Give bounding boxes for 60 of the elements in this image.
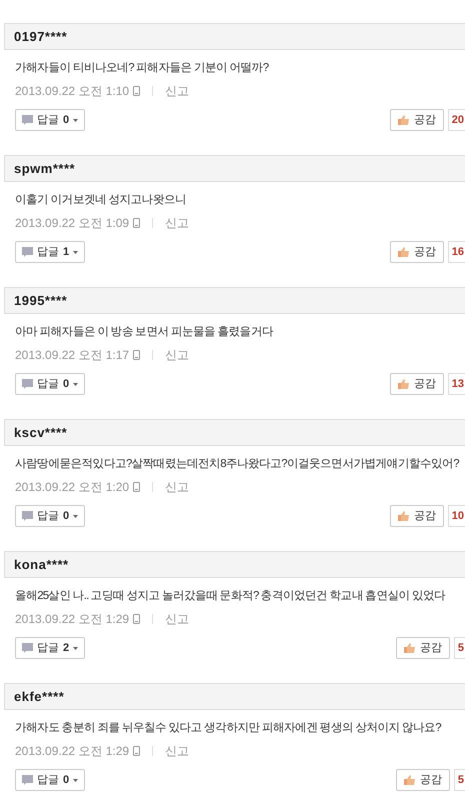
caret-icon — [73, 514, 78, 518]
comment-text: 가해자도 충분히 죄를 뉘우칠수 있다고 생각하지만 피해자에겐 평생의 상처이지 않나요? — [15, 721, 442, 736]
thumbs-up-icon — [404, 643, 415, 653]
reply-button[interactable]: 답글 0 — [15, 505, 86, 527]
timestamp: 2013.09.22 오전 1:29 — [15, 611, 130, 628]
reply-button[interactable]: 답글 1 — [15, 241, 86, 263]
comment-text: 올해25살인 나.. 고딩때 성지고 놀러갔을때 문화적? 충격이었던건 학교내 흡연실이 있었다 — [15, 589, 446, 604]
timestamp: 2013.09.22 오전 1:29 — [15, 743, 130, 760]
username: 0197**** — [14, 28, 68, 46]
comment-text: 사람땅에묻은적있다고?살짝때렸는데전치8주나왔다고?이걸웃으면서가볍게얘기할수있어? — [15, 457, 460, 472]
caret-icon — [73, 778, 78, 782]
reply-button[interactable]: 답글 2 — [15, 637, 86, 659]
comment-icon — [22, 115, 33, 125]
username: kona**** — [14, 556, 69, 574]
like-count: 13 — [448, 373, 465, 395]
comment-text: 가해자들이 티비나오네? 피해자들은 기분이 어떨까? — [15, 61, 270, 76]
caret-icon — [73, 382, 78, 386]
like-button[interactable]: 공감 — [390, 505, 444, 527]
timestamp: 2013.09.22 오전 1:09 — [15, 215, 130, 232]
comment-icon — [22, 511, 33, 521]
reply-button[interactable]: 답글 0 — [15, 769, 86, 791]
comment-icon — [22, 775, 33, 785]
comment-text: 이홀기 이거보겟네 성지고나왓으니 — [15, 193, 188, 208]
like-button[interactable]: 공감 — [396, 769, 450, 791]
like-button[interactable]: 공감 — [390, 373, 444, 395]
phone-icon — [133, 350, 140, 360]
phone-icon — [133, 218, 140, 228]
caret-icon — [73, 118, 78, 122]
like-button[interactable]: 공감 — [390, 109, 444, 131]
like-count: 20 — [448, 109, 465, 131]
phone-icon — [133, 614, 140, 624]
username: ekfe**** — [14, 688, 64, 706]
timestamp: 2013.09.22 오전 1:20 — [15, 479, 130, 496]
like-count: 5 — [454, 637, 465, 659]
thumbs-up-icon — [398, 511, 409, 521]
reply-button[interactable]: 답글 0 — [15, 109, 86, 131]
like-button[interactable]: 공감 — [396, 637, 450, 659]
reply-button[interactable]: 답글 0 — [15, 373, 86, 395]
comment-icon — [22, 379, 33, 389]
thumbs-up-icon — [398, 379, 409, 389]
username: 1995**** — [14, 292, 68, 310]
caret-icon — [73, 646, 78, 650]
thumbs-up-icon — [398, 115, 409, 125]
like-count: 5 — [454, 769, 465, 791]
phone-icon — [133, 746, 140, 756]
username: spwm**** — [14, 160, 76, 178]
phone-icon — [133, 86, 140, 96]
phone-icon — [133, 482, 140, 492]
like-button[interactable]: 공감 — [390, 241, 444, 263]
like-count: 16 — [448, 241, 465, 263]
thumbs-up-icon — [398, 247, 409, 257]
username: kscv**** — [14, 424, 68, 442]
comment-icon — [22, 247, 33, 257]
comment-icon — [22, 643, 33, 653]
timestamp: 2013.09.22 오전 1:10 — [15, 83, 130, 100]
thumbs-up-icon — [404, 775, 415, 785]
like-count: 10 — [448, 505, 465, 527]
comment-text: 아마 피해자들은 이 방송 보면서 피눈물을 흘렸을거다 — [15, 325, 274, 340]
timestamp: 2013.09.22 오전 1:17 — [15, 347, 130, 364]
caret-icon — [73, 250, 78, 254]
